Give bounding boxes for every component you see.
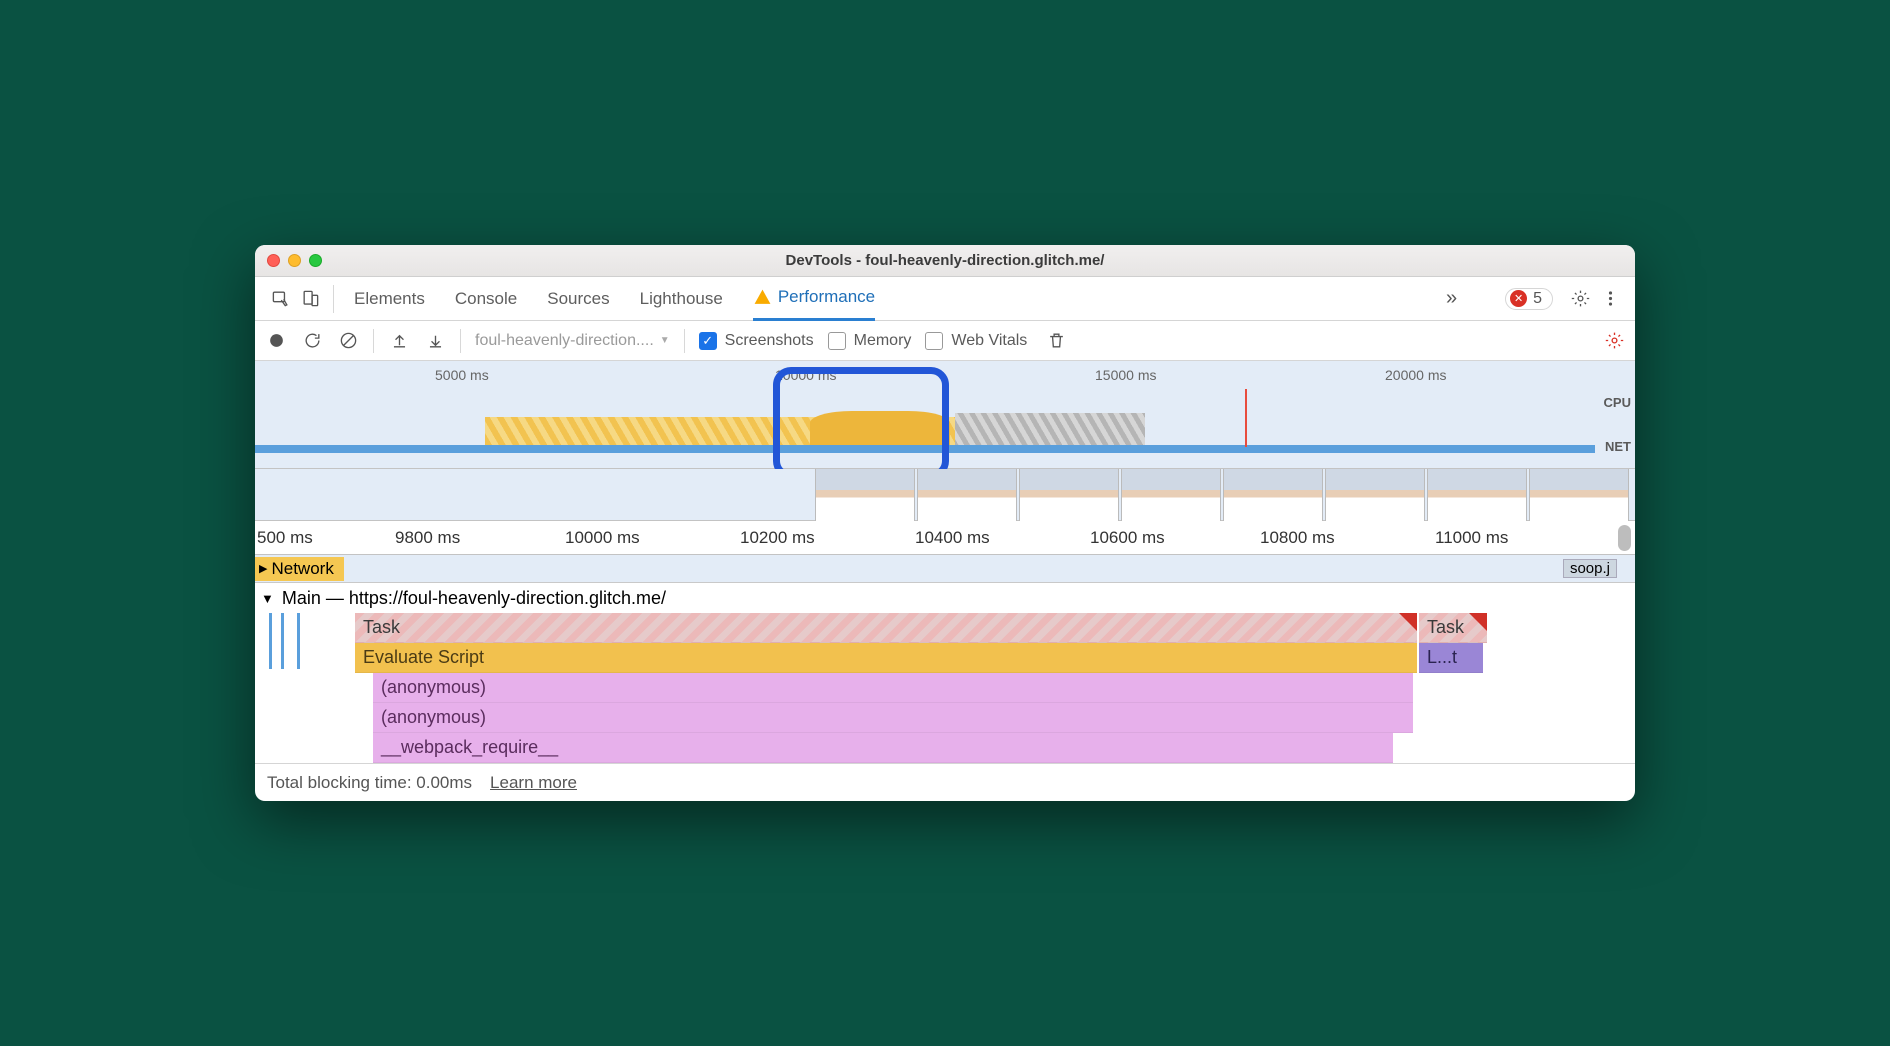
separator [460, 329, 461, 353]
separator [684, 329, 685, 353]
overview-tick: 15000 ms [1095, 367, 1156, 383]
screenshot-thumb[interactable] [1223, 469, 1323, 521]
screenshot-filmstrip[interactable] [255, 469, 1635, 521]
checkbox-icon: ✓ [699, 332, 717, 350]
device-mode-icon[interactable] [295, 277, 325, 321]
screenshot-thumb[interactable] [1427, 469, 1527, 521]
screenshots-label: Screenshots [725, 332, 814, 350]
clear-button[interactable] [337, 331, 359, 350]
total-blocking-time: Total blocking time: 0.00ms [267, 773, 472, 793]
ruler-tick: 10400 ms [915, 528, 990, 548]
flame-layout[interactable]: L...t [1419, 643, 1483, 673]
devtools-window: DevTools - foul-heavenly-direction.glitc… [255, 245, 1635, 801]
checkbox-icon [828, 332, 846, 350]
kebab-menu-icon[interactable] [1595, 277, 1625, 321]
checkbox-icon [925, 332, 943, 350]
screenshot-thumb[interactable] [1325, 469, 1425, 521]
network-label: Network [271, 559, 333, 579]
tab-performance-label: Performance [778, 287, 875, 307]
error-icon [1510, 290, 1527, 307]
ruler-tick: 10200 ms [740, 528, 815, 548]
learn-more-link[interactable]: Learn more [490, 773, 577, 793]
flame-anonymous[interactable]: (anonymous) [373, 673, 1413, 703]
time-ruler[interactable]: 500 ms 9800 ms 10000 ms 10200 ms 10400 m… [255, 521, 1635, 555]
ruler-tick: 10000 ms [565, 528, 640, 548]
memory-checkbox[interactable]: Memory [828, 332, 912, 350]
network-track[interactable]: Network soop.j [255, 555, 1635, 583]
tab-sources[interactable]: Sources [547, 277, 609, 321]
ruler-tick: 10600 ms [1090, 528, 1165, 548]
flame-task[interactable]: Task [1419, 613, 1487, 643]
inspect-element-icon[interactable] [265, 277, 295, 321]
ruler-tick: 11000 ms [1435, 528, 1508, 548]
ruler-tick: 10800 ms [1260, 528, 1335, 548]
timeline-overview[interactable]: 5000 ms 10000 ms 15000 ms 20000 ms CPU N… [255, 361, 1635, 469]
download-profile-icon[interactable] [424, 331, 446, 350]
flame-task[interactable]: Task [355, 613, 1417, 643]
reload-record-button[interactable] [301, 331, 323, 350]
flame-evaluate-script[interactable]: Evaluate Script [355, 643, 1417, 673]
separator [333, 285, 334, 313]
overview-tick: 20000 ms [1385, 367, 1446, 383]
capture-settings-icon[interactable] [1603, 331, 1625, 350]
screenshot-thumb[interactable] [1019, 469, 1119, 521]
ruler-tick: 9800 ms [395, 528, 460, 548]
frame-marks [263, 613, 353, 763]
separator [373, 329, 374, 353]
web-vitals-checkbox[interactable]: Web Vitals [925, 332, 1027, 350]
web-vitals-label: Web Vitals [951, 332, 1027, 350]
network-track-header[interactable]: Network [255, 557, 344, 581]
record-button[interactable] [265, 331, 287, 350]
screenshots-checkbox[interactable]: ✓ Screenshots [699, 332, 814, 350]
screenshot-thumb[interactable] [917, 469, 1017, 521]
overview-lane-labels: CPU NET [1604, 395, 1631, 455]
main-track-header[interactable]: Main — https://foul-heavenly-direction.g… [255, 583, 1635, 613]
overview-activity [255, 389, 1595, 447]
settings-gear-icon[interactable] [1565, 277, 1595, 321]
error-count-badge[interactable]: 5 [1505, 288, 1553, 310]
panel-tabs: Elements Console Sources Lighthouse Perf… [354, 277, 875, 321]
screenshot-thumb[interactable] [815, 469, 915, 521]
status-bar: Total blocking time: 0.00ms Learn more [255, 763, 1635, 801]
devtools-tabbar: Elements Console Sources Lighthouse Perf… [255, 277, 1635, 321]
titlebar: DevTools - foul-heavenly-direction.glitc… [255, 245, 1635, 277]
main-track-label: Main — https://foul-heavenly-direction.g… [282, 588, 666, 609]
flame-webpack-require[interactable]: __webpack_require__ [373, 733, 1393, 763]
tab-console[interactable]: Console [455, 277, 517, 321]
memory-label: Memory [854, 332, 912, 350]
window-title: DevTools - foul-heavenly-direction.glitc… [255, 252, 1635, 269]
error-count: 5 [1533, 290, 1542, 308]
tab-performance[interactable]: Performance [753, 277, 875, 321]
overview-tick: 10000 ms [775, 367, 836, 383]
screenshot-thumb[interactable] [1121, 469, 1221, 521]
ruler-tick: 500 ms [257, 528, 313, 548]
tab-elements[interactable]: Elements [354, 277, 425, 321]
flame-chart[interactable]: Task Task Evaluate Script L...t (anonymo… [255, 613, 1635, 763]
garbage-collect-icon[interactable] [1045, 331, 1067, 350]
screenshot-thumb[interactable] [1529, 469, 1629, 521]
flame-anonymous[interactable]: (anonymous) [373, 703, 1413, 733]
performance-toolbar: foul-heavenly-direction.... ✓ Screenshot… [255, 321, 1635, 361]
overview-tick: 5000 ms [435, 367, 489, 383]
more-tabs-button[interactable]: » [1438, 287, 1465, 310]
scrollbar-thumb[interactable] [1618, 525, 1631, 551]
profile-dropdown[interactable]: foul-heavenly-direction.... [475, 332, 670, 350]
upload-profile-icon[interactable] [388, 331, 410, 350]
tab-lighthouse[interactable]: Lighthouse [640, 277, 723, 321]
network-request-pill[interactable]: soop.j [1563, 559, 1617, 578]
